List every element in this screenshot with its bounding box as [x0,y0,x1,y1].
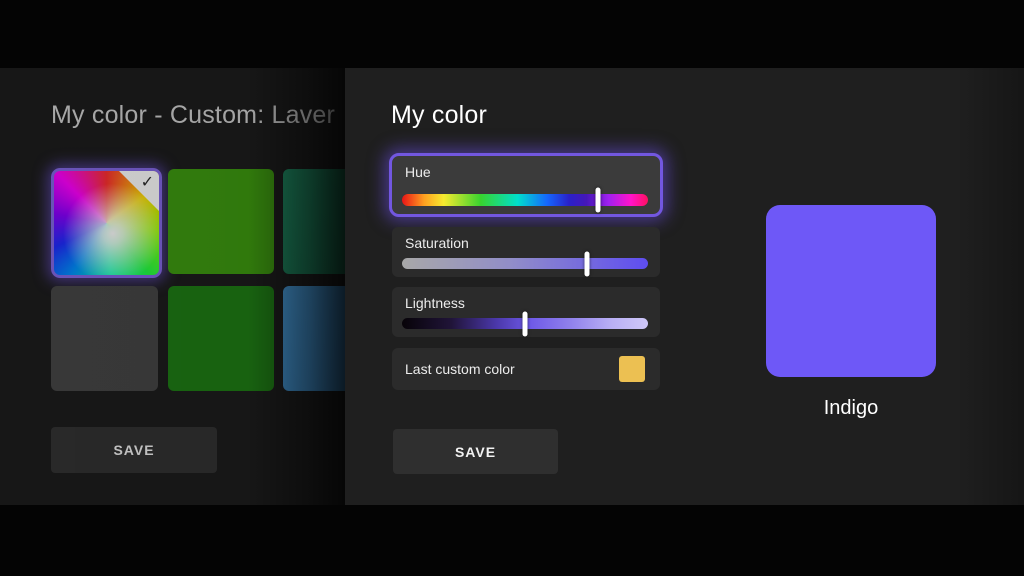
lightness-track[interactable] [402,311,648,336]
my-color-dialog: My color Hue Saturation Lightness Last c… [345,68,1024,505]
color-preview-swatch [766,205,936,377]
hue-slider-thumb[interactable] [595,187,601,213]
color-preview-name: Indigo [823,397,879,419]
lightness-slider-thumb[interactable] [522,311,528,336]
saturation-track[interactable] [402,251,648,276]
hue-slider[interactable]: Hue [389,153,663,217]
saturation-label: Saturation [405,235,469,251]
last-custom-color-row[interactable]: Last custom color [392,348,660,390]
page-title-background: My color - Custom: Laver [51,101,336,129]
color-list-panel: My color - Custom: Laver ✓ SAVE [0,68,345,505]
last-custom-color-swatch [619,356,645,382]
last-custom-color-label: Last custom color [405,361,515,377]
dialog-title: My color [391,101,488,129]
swatch-custom-picker[interactable]: ✓ [51,168,162,278]
saturation-slider[interactable]: Saturation [392,227,660,277]
lightness-label: Lightness [405,295,465,311]
checkmark-icon: ✓ [140,174,154,191]
swatch-blue[interactable] [283,286,345,391]
swatch-dark-green[interactable] [168,286,274,391]
swatch-teal[interactable] [283,169,345,274]
hue-track[interactable] [402,187,648,213]
swatch-gray[interactable] [51,286,158,391]
saturation-slider-thumb[interactable] [584,251,589,276]
swatch-green[interactable] [168,169,274,274]
lightness-slider[interactable]: Lightness [392,287,660,337]
save-button[interactable]: SAVE [393,429,558,474]
hue-label: Hue [405,164,431,180]
save-button-background[interactable]: SAVE [51,427,217,473]
